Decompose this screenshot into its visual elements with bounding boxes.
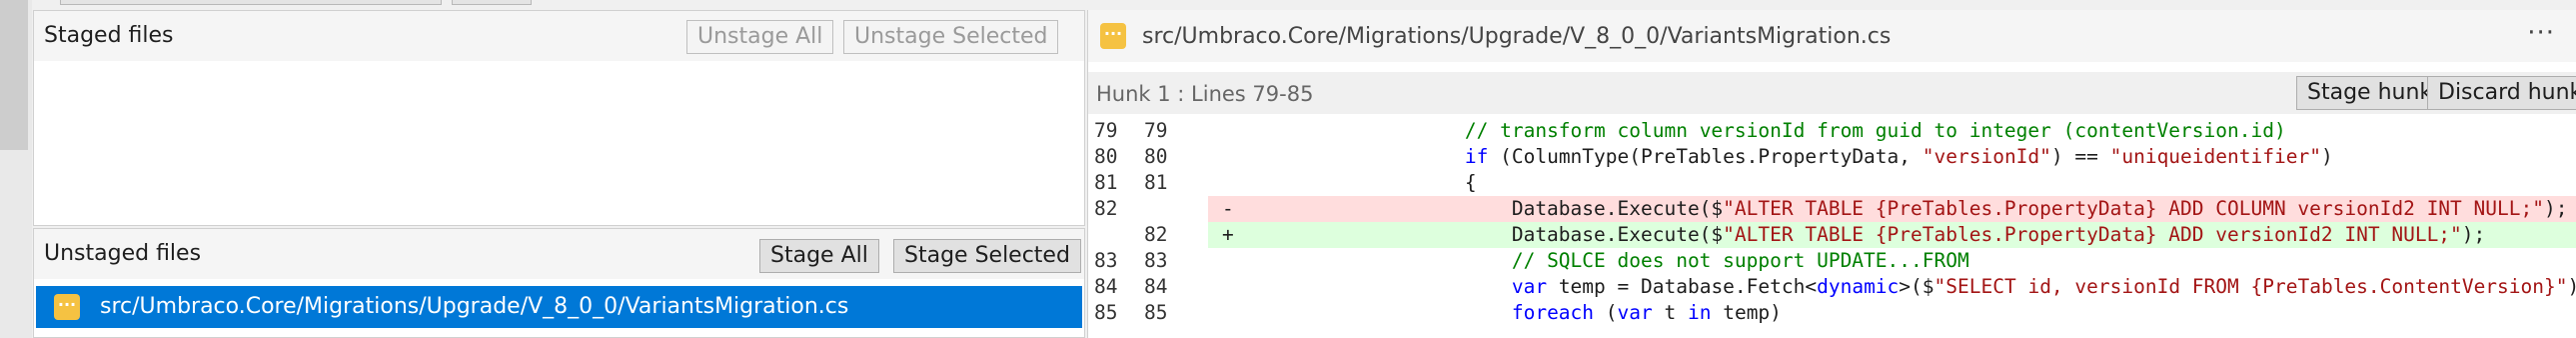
new-line-number: 80 [1144,145,1168,168]
code-token: foreach [1511,301,1595,324]
code-token: ); [2461,223,2486,246]
new-line-number: 84 [1144,275,1168,298]
diff-line-text: if (ColumnType(PreTables.PropertyData, "… [1324,144,2333,170]
code-token: if [1464,145,1489,168]
diff-line-added: Database.Execute($"ALTER TABLE {PreTable… [1088,222,2576,248]
diff-line-context: foreach (var t in temp) 85 85 [1088,300,2576,326]
code-token: ( [1594,301,1618,324]
code-token: "ALTER TABLE {PreTables.PropertyData} AD… [1723,197,2544,220]
old-line-number: 83 [1094,249,1118,272]
old-line-number: 80 [1094,145,1118,168]
code-token: ); [2543,197,2568,220]
left-scrollbar-thumb[interactable] [0,0,28,150]
unstaged-files-header: Unstaged files Stage All Stage Selected [34,229,1084,279]
old-line-number: 81 [1094,171,1118,194]
stage-hunk-button[interactable]: Stage hunk [2296,76,2444,110]
code-token: // transform column versionId from guid … [1464,119,2286,142]
code-token: t [1652,301,1688,324]
diff-line-context: {81 81 [1088,170,2576,196]
code-token: ) == [2050,145,2110,168]
code-token: var [1511,275,1548,298]
staged-files-pane: Staged files Unstage All Unstage Selecte… [33,10,1085,226]
hunk-bar: Hunk 1 : Lines 79-85 Stage hunk Discard … [1088,72,2576,114]
old-line-number: 79 [1094,119,1118,142]
diff-file-path: src/Umbraco.Core/Migrations/Upgrade/V_8_… [1142,24,1892,49]
staged-files-title: Staged files [44,23,174,48]
code-token: ); [2568,275,2576,298]
diff-line-code: // SQLCE does not support UPDATE...FROM [1208,248,2576,274]
code-token: // SQLCE does not support UPDATE...FROM [1511,249,1969,272]
diff-line-context: // SQLCE does not support UPDATE...FROM 8… [1088,248,2576,274]
diff-line-context: if (ColumnType(PreTables.PropertyData, "… [1088,144,2576,170]
code-token: in [1687,301,1712,324]
diff-code-view[interactable]: // transform column versionId from guid … [1088,118,2576,338]
new-line-number: 83 [1144,249,1168,272]
diff-line-text: // transform column versionId from guid … [1324,118,2286,144]
code-token: (ColumnType(PreTables.PropertyData, [1488,145,1923,168]
code-token: Database.Execute($ [1324,197,1724,220]
diff-line-removed: Database.Execute($"ALTER TABLE {PreTable… [1088,196,2576,222]
more-options-icon[interactable]: ··· [2527,18,2555,48]
discard-hunk-button[interactable]: Discard hunk [2427,76,2576,110]
code-token: >($ [1899,275,1934,298]
top-toolbar-remnant-2 [452,0,532,5]
code-token: ) [2320,145,2333,168]
new-line-number: 81 [1144,171,1168,194]
unstaged-file-row[interactable]: ··· src/Umbraco.Core/Migrations/Upgrade/… [36,286,1082,328]
code-token: Database.Execute($ [1324,223,1724,246]
diff-line-code: { [1208,170,2576,196]
diff-marker: + [1222,223,1234,246]
new-line-number: 85 [1144,301,1168,324]
diff-line-code: Database.Execute($"ALTER TABLE {PreTable… [1208,222,2576,248]
diff-line-text: { [1324,170,1477,196]
diff-line-text: // SQLCE does not support UPDATE...FROM [1324,248,1969,274]
code-token: "ALTER TABLE {PreTables.PropertyData} AD… [1723,223,2462,246]
code-token: "versionId" [1922,145,2051,168]
old-line-number: 82 [1094,197,1118,220]
code-token: { [1324,171,1477,194]
diff-line-context: // transform column versionId from guid … [1088,118,2576,144]
diff-line-code: if (ColumnType(PreTables.PropertyData, "… [1208,144,2576,170]
unstage-selected-button[interactable]: Unstage Selected [843,20,1059,54]
code-token: "SELECT id, versionId FROM {PreTables.Co… [1933,275,2568,298]
stage-all-button[interactable]: Stage All [759,239,879,273]
code-token: temp) [1711,301,1782,324]
diff-marker: - [1222,197,1234,220]
unstaged-files-title: Unstaged files [44,241,202,266]
diff-line-text: foreach (var t in temp) [1324,300,1782,326]
left-scroll-strip [0,0,32,338]
old-line-number: 84 [1094,275,1118,298]
code-token: "uniqueidentifier" [2109,145,2321,168]
diff-header: ··· src/Umbraco.Core/Migrations/Upgrade/… [1088,10,2576,62]
code-token: temp = Database.Fetch< [1547,275,1818,298]
unstaged-file-path: src/Umbraco.Core/Migrations/Upgrade/V_8_… [100,294,849,319]
diff-line-text: Database.Execute($"ALTER TABLE {PreTable… [1324,222,2485,248]
diff-line-code: foreach (var t in temp) [1208,300,2576,326]
code-token: dynamic [1817,275,1900,298]
stage-selected-button[interactable]: Stage Selected [893,239,1081,273]
modified-file-icon: ··· [1100,23,1126,49]
old-line-number: 85 [1094,301,1118,324]
diff-pane: ··· src/Umbraco.Core/Migrations/Upgrade/… [1087,10,2576,338]
top-toolbar-remnant [60,0,442,5]
unstage-all-button[interactable]: Unstage All [686,20,834,54]
diff-line-text: Database.Execute($"ALTER TABLE {PreTable… [1324,196,2568,222]
new-line-number: 79 [1144,119,1168,142]
hunk-label: Hunk 1 : Lines 79-85 [1096,82,1314,106]
unstaged-files-pane: Unstaged files Stage All Stage Selected … [33,228,1085,338]
diff-line-code: Database.Execute($"ALTER TABLE {PreTable… [1208,196,2576,222]
diff-line-context: var temp = Database.Fetch<dynamic>($"SEL… [1088,274,2576,300]
staged-files-header: Staged files Unstage All Unstage Selecte… [34,11,1084,61]
diff-line-code: var temp = Database.Fetch<dynamic>($"SEL… [1208,274,2576,300]
diff-line-code: // transform column versionId from guid … [1208,118,2576,144]
code-token: var [1617,301,1653,324]
diff-line-text: var temp = Database.Fetch<dynamic>($"SEL… [1324,274,2576,300]
new-line-number: 82 [1144,223,1168,246]
modified-file-icon: ··· [54,294,80,320]
